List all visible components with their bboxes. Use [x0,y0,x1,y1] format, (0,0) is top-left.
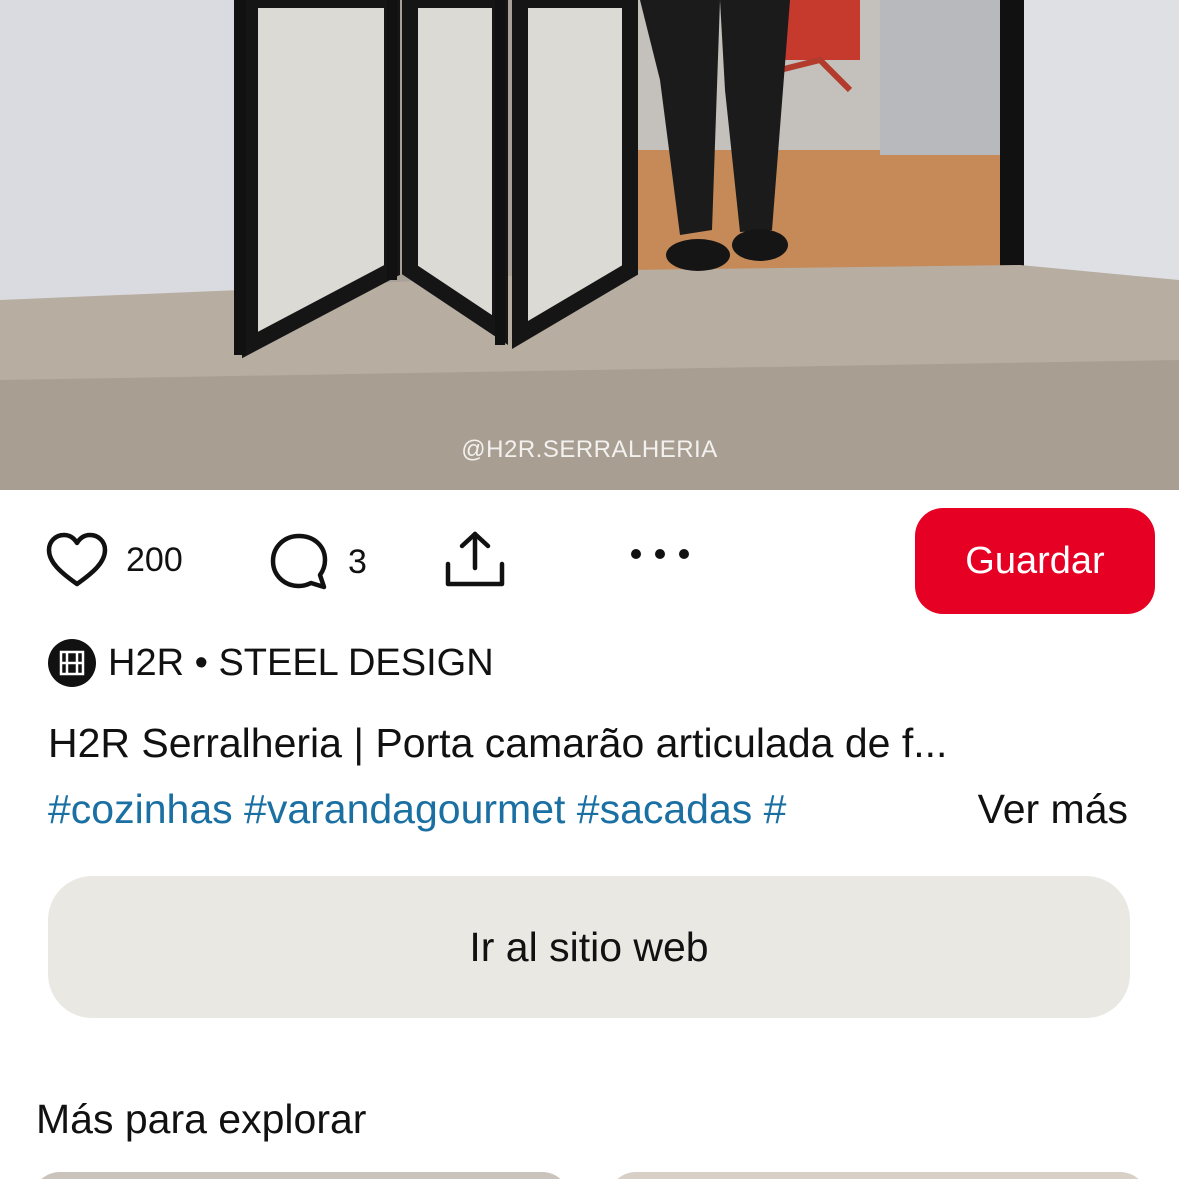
more-icon [631,549,689,559]
pin-media[interactable]: @H2R.SERRALHERIA [0,0,1179,490]
share-icon [445,531,505,587]
see-more-button[interactable]: Ver más [978,786,1128,833]
creator-name: H2R • STEEL DESIGN [108,641,494,684]
media-watermark: @H2R.SERRALHERIA [461,436,718,463]
pin-description: #cozinhas #varandagourmet #sacadas # Ver… [48,786,1138,840]
explore-card[interactable] [32,1172,570,1179]
explore-card[interactable] [608,1172,1148,1179]
hashtags-fade [878,786,938,840]
pin-media-image [0,0,1179,490]
comment-count: 3 [348,542,367,581]
pin-title: H2R Serralheria | Porta camarão articula… [48,720,948,766]
pin-action-bar: 200 3 Guardar [0,506,1179,616]
save-button[interactable]: Guardar [915,508,1155,614]
share-button[interactable] [442,528,508,590]
like-count: 200 [126,540,183,579]
creator-logo-icon [59,650,85,676]
pin-hashtags[interactable]: #cozinhas #varandagourmet #sacadas # [48,786,928,840]
creator-avatar [48,639,96,687]
comment-button[interactable]: 3 [268,532,367,592]
creator-link[interactable]: H2R • STEEL DESIGN [48,636,494,690]
like-button[interactable]: 200 [46,532,183,588]
heart-icon [46,532,108,587]
comment-icon [270,533,328,590]
visit-website-button[interactable]: Ir al sitio web [48,876,1130,1018]
more-to-explore-heading: Más para explorar [36,1096,367,1142]
more-options-button[interactable] [628,546,692,562]
